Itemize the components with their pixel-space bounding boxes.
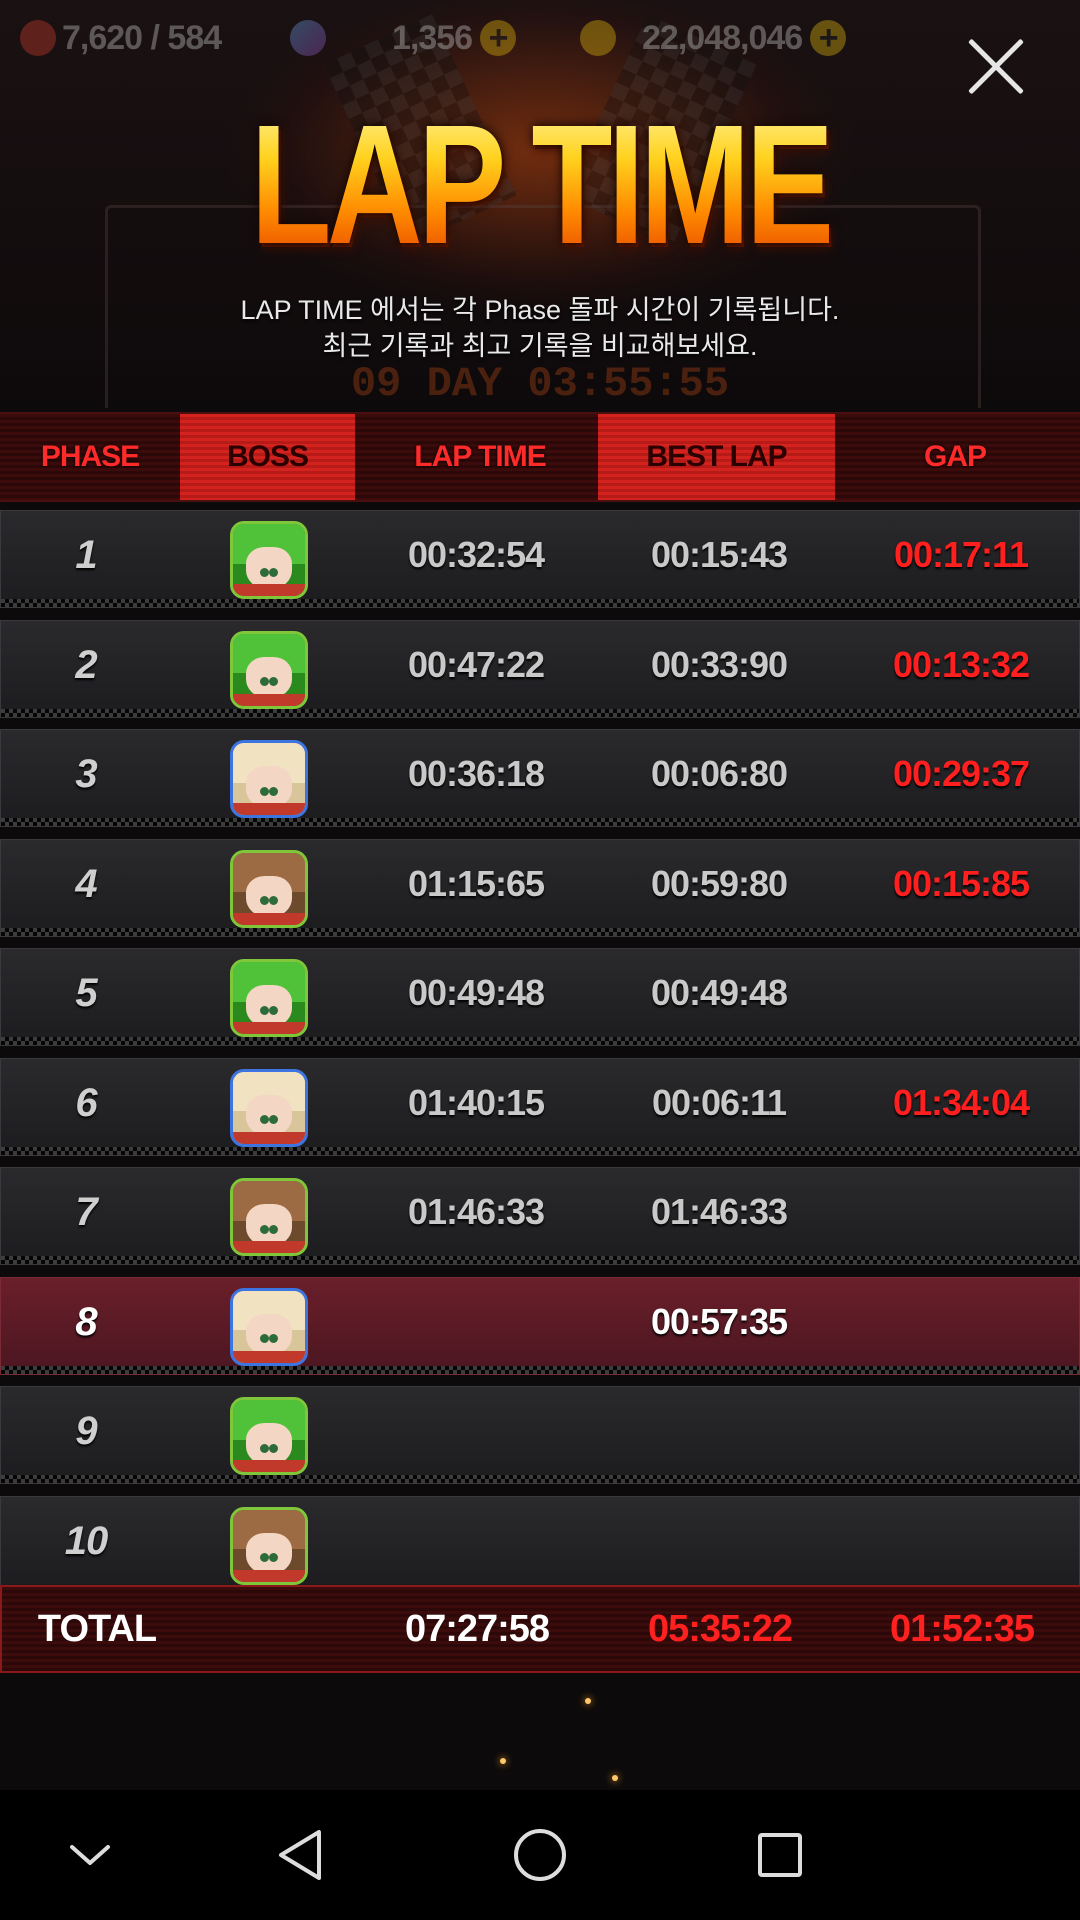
- gap-time: 00:29:37: [892, 753, 1030, 794]
- phase-number: 2: [75, 642, 97, 687]
- description-line-2: 최근 기록과 최고 기록을 비교해보세요.: [322, 331, 758, 361]
- phase-number: 5: [75, 971, 97, 1015]
- table-row: 3 00:36:18 00:06:80 00:29:37: [0, 729, 1080, 827]
- recents-icon[interactable]: [720, 1790, 840, 1920]
- gold-counter: 22,048,046 +: [580, 18, 847, 58]
- table-row: 9: [0, 1386, 1080, 1484]
- phase-number: 7: [75, 1190, 97, 1234]
- green-haired-girl-avatar[interactable]: [230, 1397, 308, 1475]
- brown-haired-girl-avatar[interactable]: [230, 1506, 308, 1585]
- best-lap: [624, 1497, 814, 1585]
- gap-time: 00:13:32: [892, 643, 1030, 685]
- lap-time: 00:32:54: [407, 534, 545, 575]
- phase-number: 6: [75, 1080, 97, 1125]
- phase-number: 1: [75, 533, 97, 577]
- lap-time: 01:40:15: [407, 1081, 545, 1123]
- best-lap: 01:46:33: [650, 1191, 788, 1232]
- heart-icon: [20, 20, 56, 56]
- green-haired-girl-avatar[interactable]: [230, 521, 308, 599]
- table-header: PHASE BOSS LAP TIME BEST LAP GAP: [0, 412, 1080, 502]
- table-row: 8 00:57:35: [0, 1276, 1080, 1375]
- brown-haired-girl-avatar[interactable]: [230, 849, 308, 928]
- sparkle-decoration: [612, 1775, 618, 1781]
- table-row: 7 01:46:33 01:46:33: [0, 1167, 1080, 1265]
- lap-time: 01:15:65: [407, 862, 545, 904]
- event-timer: 09 DAY 03:55:55: [350, 360, 730, 408]
- phase-number: 8: [75, 1299, 97, 1344]
- green-haired-girl-avatar[interactable]: [230, 959, 308, 1037]
- gold-value: 22,048,046: [642, 18, 803, 57]
- best-lap: 00:49:48: [650, 972, 788, 1013]
- column-best-lap: BEST LAP: [598, 414, 835, 500]
- table-row: 5 00:49:48 00:49:48: [0, 948, 1080, 1046]
- gap-time: [866, 949, 1056, 1037]
- lap-time-logo: LAP TIME: [119, 95, 961, 275]
- lap-time: 01:46:33: [407, 1191, 545, 1232]
- gem-value: 1,356: [392, 18, 473, 57]
- blonde-girl-avatar[interactable]: [230, 1287, 308, 1366]
- sparkle-decoration: [500, 1758, 506, 1764]
- gem-counter: 1,356 +: [290, 19, 530, 58]
- gap-time: 00:15:85: [892, 862, 1030, 904]
- lap-time: [381, 1387, 571, 1475]
- column-boss: BOSS: [180, 414, 355, 500]
- gap-time: [866, 1278, 1056, 1366]
- phase-number: 3: [75, 752, 97, 796]
- total-row: TOTAL 07:27:58 05:35:22 01:52:35: [0, 1585, 1080, 1673]
- sparkle-decoration: [585, 1698, 591, 1704]
- gap-time: 01:34:04: [892, 1081, 1030, 1123]
- add-gold-button[interactable]: +: [810, 20, 847, 56]
- back-icon[interactable]: [240, 1790, 360, 1920]
- column-phase: PHASE: [40, 440, 140, 473]
- stamina-counter: 7,620 / 584: [20, 19, 270, 58]
- add-gems-button[interactable]: +: [480, 20, 517, 56]
- best-lap: 00:33:90: [650, 643, 788, 685]
- column-lap-time: LAP TIME: [414, 440, 546, 473]
- table-row: 1 00:32:54 00:15:43 00:17:11: [0, 510, 1080, 608]
- table-row: 10: [0, 1495, 1080, 1594]
- gap-time: [866, 1168, 1056, 1256]
- gem-icon: [290, 20, 326, 56]
- description-line-1: LAP TIME 에서는 각 Phase 돌파 시간이 기록됩니다.: [240, 295, 840, 325]
- lap-time: [381, 1497, 571, 1585]
- column-gap: GAP: [923, 440, 987, 473]
- gap-time: 00:17:11: [893, 534, 1029, 575]
- system-nav-bar: [0, 1790, 1080, 1920]
- total-lap-time: 07:27:58: [404, 1608, 550, 1650]
- lap-time: 00:36:18: [407, 753, 545, 794]
- table-row: 4 01:15:65 00:59:80 00:15:85: [0, 838, 1080, 937]
- lap-time: 00:47:22: [407, 643, 545, 685]
- phase-number: 9: [75, 1409, 97, 1453]
- best-lap: 00:57:35: [650, 1300, 788, 1342]
- best-lap: 00:06:11: [651, 1081, 787, 1123]
- brown-haired-girl-avatar[interactable]: [230, 1178, 308, 1256]
- best-lap: 00:15:43: [650, 534, 788, 575]
- phase-number: 10: [64, 1518, 109, 1563]
- total-gap: 01:52:35: [889, 1608, 1035, 1650]
- close-button[interactable]: [965, 35, 1027, 97]
- green-haired-girl-avatar[interactable]: [230, 630, 308, 709]
- total-label: TOTAL: [37, 1608, 157, 1650]
- phase-number: 4: [75, 861, 97, 906]
- total-best-lap: 05:35:22: [647, 1608, 793, 1650]
- gap-time: [866, 1497, 1056, 1585]
- description: LAP TIME 에서는 각 Phase 돌파 시간이 기록됩니다. 최근 기록…: [0, 292, 1080, 364]
- table-row: 2 00:47:22 00:33:90 00:13:32: [0, 619, 1080, 718]
- best-lap: 00:06:80: [650, 753, 788, 794]
- blonde-girl-avatar[interactable]: [230, 740, 308, 818]
- resource-bar: 7,620 / 584 1,356 + 22,048,046 +: [20, 12, 847, 64]
- lap-time: 00:49:48: [407, 972, 545, 1013]
- home-icon[interactable]: [480, 1790, 600, 1920]
- lap-table: 1 00:32:54 00:15:43 00:17:11 2 00:47:22 00:33:…: [0, 510, 1080, 1605]
- best-lap: [624, 1387, 814, 1475]
- best-lap: 00:59:80: [650, 862, 788, 904]
- gap-time: [866, 1387, 1056, 1475]
- chevron-down-icon[interactable]: [30, 1790, 150, 1920]
- blonde-girl-avatar[interactable]: [230, 1068, 308, 1147]
- lap-time: [381, 1278, 571, 1366]
- stamina-value: 7,620 / 584: [62, 18, 222, 57]
- table-row: 6 01:40:15 00:06:11 01:34:04: [0, 1057, 1080, 1156]
- coin-icon: [580, 20, 616, 56]
